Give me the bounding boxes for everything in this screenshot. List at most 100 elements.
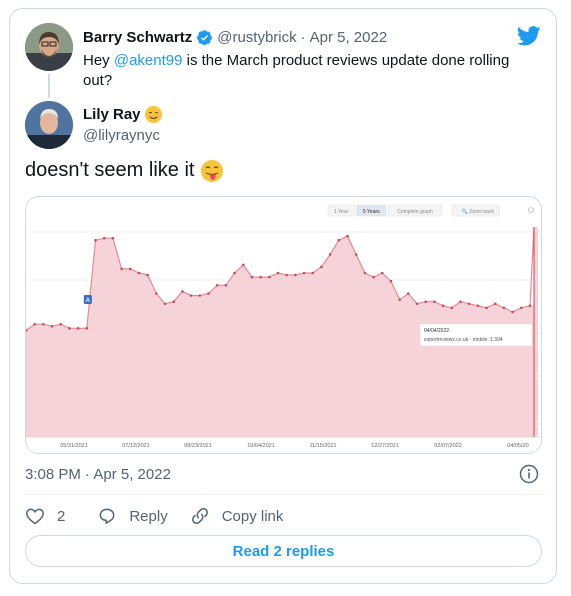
chart-point: [294, 273, 297, 277]
reply-button[interactable]: Reply: [97, 506, 168, 526]
chart-point: [415, 302, 419, 306]
tweet-actions: 2 Reply Copy link: [25, 506, 305, 526]
like-count: 2: [57, 507, 66, 525]
chart-point: [459, 300, 462, 303]
reply-icon: [99, 508, 115, 524]
chart-point: [259, 275, 262, 279]
chart-point: [450, 306, 454, 310]
chart-point: [68, 327, 71, 330]
chart-point: [528, 304, 532, 308]
chart-point: [328, 253, 332, 256]
range-button-label: Complete graph: [397, 209, 433, 215]
lily-avatar[interactable]: [25, 101, 73, 149]
chart-point: [398, 298, 401, 301]
chart-point: [50, 325, 54, 328]
event-marker-label: A: [86, 298, 91, 304]
chart-point: [485, 306, 488, 310]
chart-point: [94, 238, 97, 242]
chart-point: [146, 273, 149, 277]
chart-point: [181, 290, 184, 293]
chart-screenshot[interactable]: A 04/04/2022 expertreviews.co.uk - mobile:…: [25, 196, 542, 454]
copy-link-label: Copy link: [221, 507, 284, 525]
chart-point: [493, 302, 497, 306]
original-author-row: Barry Schwartz @rustybrick · Apr 5, 2022: [83, 29, 387, 46]
x-tick-label: 02/07/2022: [434, 443, 462, 449]
chart-point: [233, 271, 236, 275]
chart-point: [128, 267, 132, 271]
original-author-handle[interactable]: @rustybrick: [217, 29, 296, 46]
chart-point: [380, 271, 384, 275]
chart-point: [285, 273, 288, 277]
range-button-label: 5 Years: [363, 209, 380, 215]
chart-point: [476, 304, 480, 308]
reply-author-handle[interactable]: @lilyraynyc: [83, 127, 160, 144]
tongue-out-emoji-icon: [201, 159, 224, 182]
chart-point: [302, 271, 306, 275]
chart-point: [85, 327, 89, 330]
chart-point: [389, 279, 393, 283]
reply-tweet-text: doesn't seem like it: [25, 159, 195, 181]
divider: [25, 494, 546, 495]
chart-point: [241, 263, 245, 267]
original-author-name[interactable]: Barry Schwartz: [83, 29, 192, 46]
chart-tooltip: 04/04/2022 expertreviews.co.uk - mobile: …: [419, 323, 533, 347]
x-tick-label: 07/12/2021: [122, 443, 150, 449]
chart-point: [372, 275, 375, 279]
chart-point: [250, 275, 254, 279]
chart-point: [207, 292, 210, 295]
chart-point: [111, 236, 115, 240]
traffic-chart: A 04/04/2022 expertreviews.co.uk - mobile:…: [26, 197, 541, 453]
original-tweet-text: Hey @akent99 is the March product review…: [83, 51, 523, 91]
chart-point: [137, 271, 141, 275]
like-button[interactable]: 2: [25, 506, 65, 526]
chart-point: [163, 302, 167, 306]
chart-point: [42, 322, 45, 326]
chart-point: [407, 292, 410, 295]
x-tick-label: 08/23/2021: [184, 443, 212, 449]
tweet-text-part: Hey: [83, 52, 114, 69]
reply-author-name[interactable]: Lily Ray: [83, 106, 141, 123]
tooltip-value: expertreviews.co.uk - mobile: 1.394: [424, 337, 503, 343]
chart-point: [520, 306, 523, 310]
reply-timestamp[interactable]: 3:08 PM · Apr 5, 2022: [25, 466, 171, 483]
chart-point: [441, 304, 445, 308]
thread-line: [48, 74, 50, 98]
chart-point: [172, 300, 176, 303]
chart-point: [224, 284, 228, 287]
chart-point: [363, 271, 367, 275]
copy-link-button[interactable]: Copy link: [190, 506, 284, 526]
verified-badge-icon: [197, 30, 213, 46]
chart-point: [433, 300, 436, 303]
barry-avatar[interactable]: [25, 23, 73, 71]
x-tick-label: 12/27/2021: [371, 443, 399, 449]
chart-point: [276, 271, 280, 275]
reply-label: Reply: [129, 507, 168, 525]
chart-point: [502, 306, 506, 310]
chart-point: [467, 302, 471, 306]
link-icon: [191, 507, 208, 525]
chart-point: [33, 322, 36, 326]
chart-point: [59, 322, 63, 326]
original-tweet-date[interactable]: Apr 5, 2022: [310, 29, 388, 46]
chart-point: [155, 292, 158, 295]
x-tick-label: 10/04/2021: [247, 443, 275, 449]
chart-point: [346, 234, 349, 238]
chart-point: [189, 294, 193, 297]
reply-author-name-row: Lily Ray: [83, 106, 162, 123]
reply-tweet-text-row: doesn't seem like it: [25, 159, 224, 182]
separator-dot: ·: [300, 29, 306, 46]
zoom-back-label: 🔍 Zoom back: [462, 208, 495, 215]
mention-link[interactable]: @akent99: [114, 52, 183, 69]
x-tick-label: 11/15/2021: [309, 443, 336, 449]
chart-point: [337, 238, 341, 242]
x-tick-label: 05/31/2021: [60, 443, 88, 449]
info-icon[interactable]: [519, 464, 539, 484]
chart-point: [511, 310, 514, 314]
chart-point: [198, 294, 202, 297]
read-replies-button[interactable]: Read 2 replies: [25, 535, 542, 567]
chart-point: [354, 253, 358, 256]
range-button-label: 1 Year: [334, 209, 349, 215]
smiling-face-emoji-icon: [144, 106, 162, 123]
twitter-bird-icon[interactable]: [517, 26, 541, 46]
chart-point: [320, 265, 323, 269]
